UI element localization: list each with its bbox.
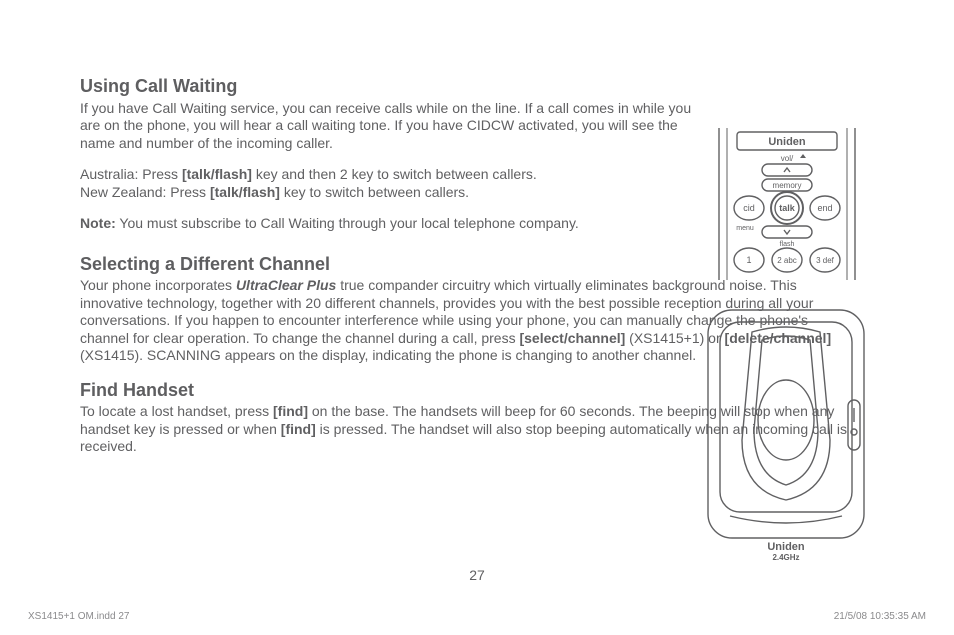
- body-text: key to switch between callers.: [280, 184, 469, 200]
- cid-label: cid: [743, 203, 755, 213]
- body-text: You must subscribe to Call Waiting throu…: [116, 215, 579, 231]
- key-label: [select/channel]: [519, 330, 625, 346]
- ghz-label: 2.4GHz: [772, 553, 799, 562]
- paragraph: If you have Call Waiting service, you ca…: [80, 100, 700, 153]
- body-text: If you have Call Waiting service, you ca…: [80, 100, 691, 151]
- body-text: New Zealand: Press: [80, 184, 210, 200]
- body-text: Your phone incorporates: [80, 277, 236, 293]
- menu-label: menu: [736, 225, 754, 232]
- page-number: 27: [0, 567, 954, 585]
- body-text: key and then 2 key to switch between cal…: [252, 166, 537, 182]
- key-label: [talk/flash]: [182, 166, 252, 182]
- key-2: 2 abc: [777, 256, 797, 265]
- key-3: 3 def: [816, 256, 835, 265]
- body-text: (XS1415). SCANNING appears on the displa…: [80, 347, 696, 363]
- footer-left: XS1415+1 OM.indd 27: [28, 611, 129, 624]
- paragraph: Australia: Press [talk/flash] key and th…: [80, 166, 700, 201]
- vol-label: vol/: [781, 154, 794, 163]
- body-text: Australia: Press: [80, 166, 182, 182]
- footer-right: 21/5/08 10:35:35 AM: [834, 611, 926, 624]
- note-label: Note:: [80, 215, 116, 231]
- brand-label: Uniden: [767, 541, 805, 553]
- note: Note: You must subscribe to Call Waiting…: [80, 215, 620, 233]
- brand-label: Uniden: [768, 136, 806, 148]
- handset-illustration: Uniden vol/ memory cid talk end menu fla…: [707, 128, 867, 280]
- base-illustration: Uniden 2.4GHz: [702, 300, 870, 562]
- key-label: [find]: [281, 421, 316, 437]
- feature-name: UltraClear Plus: [236, 277, 336, 293]
- key-1: 1: [746, 255, 751, 265]
- heading-call-waiting: Using Call Waiting: [80, 75, 874, 98]
- talk-label: talk: [779, 203, 796, 213]
- body-text: To locate a lost handset, press: [80, 403, 273, 419]
- end-label: end: [817, 203, 832, 213]
- key-label: [find]: [273, 403, 308, 419]
- key-label: [talk/flash]: [210, 184, 280, 200]
- memory-label: memory: [773, 181, 802, 190]
- flash-label: flash: [780, 241, 795, 248]
